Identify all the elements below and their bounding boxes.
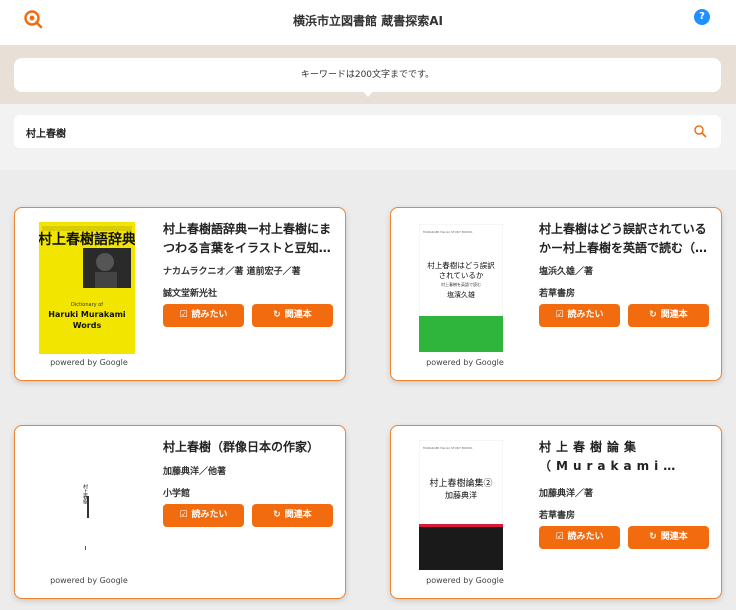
search-input[interactable]: 村上春樹	[26, 125, 66, 140]
notice-tail	[363, 91, 373, 97]
cover-title: 村上春樹	[82, 483, 88, 505]
cover-main2: されているか	[439, 271, 484, 280]
refresh-icon: ↻	[273, 310, 281, 320]
related-button[interactable]: ↻ 関連本	[252, 304, 333, 327]
cover-sub: 村上春樹を英語で読む	[441, 281, 481, 287]
book-cover[interactable]: MURAKAMI Haruki STUDY BOOKS 村上春樹論集② 加藤典洋	[419, 440, 503, 570]
cover-en1: Haruki Murakami	[48, 310, 126, 319]
book-title[interactable]: 村上春樹論集（Murakami Haruki studies）	[539, 438, 709, 476]
search-icon[interactable]	[693, 124, 707, 138]
help-icon[interactable]: ?	[694, 9, 710, 25]
cover-author: 加藤典洋	[445, 490, 477, 500]
cover-brand: powered by Google	[426, 358, 504, 367]
related-label: 関連本	[660, 532, 688, 542]
refresh-icon: ↻	[649, 532, 657, 542]
want-read-button[interactable]: ☑ 読みたい	[539, 526, 620, 549]
book-publisher: 若草書房	[539, 511, 576, 521]
related-button[interactable]: ↻ 関連本	[252, 504, 333, 527]
cover-main1: 村上春樹はどう誤訳	[427, 260, 495, 270]
cover-brand: powered by Google	[426, 576, 504, 585]
notice-bubble: キーワードは200文字までです。	[14, 58, 721, 92]
book-publisher: 小学館	[163, 489, 191, 499]
cover-title: 村上春樹語辞典	[39, 231, 135, 248]
related-label: 関連本	[284, 310, 312, 320]
cover-brand: powered by Google	[50, 576, 128, 585]
book-publisher: 誠文堂新光社	[163, 289, 218, 299]
book-card[interactable]: MURAKAMI Haruki STUDY BOOKS 村上春樹論集② 加藤典洋…	[390, 425, 722, 599]
book-title[interactable]: 村上春樹（群像日本の作家）	[163, 438, 333, 457]
book-title[interactable]: 村上春樹語辞典ー村上春樹にまつわる言葉をイラストと豆知識で読み解く	[163, 220, 333, 258]
book-publisher: 若草書房	[539, 289, 576, 299]
checkbox-icon: ☑	[179, 310, 188, 320]
cover-main: 村上春樹論集②	[429, 477, 492, 489]
cover-brand: powered by Google	[50, 358, 128, 367]
book-card[interactable]: 村上春樹 powered by Google 村上春樹（群像日本の作家） 加藤典…	[14, 425, 346, 599]
related-label: 関連本	[284, 510, 312, 520]
page-title: 横浜市立図書館 蔵書探索AI	[293, 14, 443, 28]
refresh-icon: ↻	[273, 510, 281, 520]
want-read-button[interactable]: ☑ 読みたい	[539, 304, 620, 327]
app-header: 横浜市立図書館 蔵書探索AI ?	[0, 0, 736, 45]
cover-series: MURAKAMI Haruki STUDY BOOKS	[423, 230, 473, 234]
book-title[interactable]: 村上春樹はどう誤訳されているかー村上春樹を英語で読む（平凡社新書）	[539, 220, 709, 258]
refresh-icon: ↻	[649, 310, 657, 320]
cover-author: 塩濱久雄	[447, 290, 475, 299]
book-author: 加藤典洋／著	[539, 489, 594, 499]
cover-en2: Words	[73, 321, 102, 330]
want-read-button[interactable]: ☑ 読みたい	[163, 504, 244, 527]
related-label: 関連本	[660, 310, 688, 320]
cover-series: MURAKAMI Haruki STUDY BOOKS	[423, 446, 473, 450]
book-card[interactable]: 村上春樹語辞典 Dictionary of Haruki Murakami Wo…	[14, 207, 346, 381]
want-read-button[interactable]: ☑ 読みたい	[163, 304, 244, 327]
book-author: 加藤典洋／他著	[163, 467, 227, 477]
search-box[interactable]: 村上春樹	[14, 115, 721, 148]
cover-sub: Dictionary of	[71, 302, 103, 308]
checkbox-icon: ☑	[179, 510, 188, 520]
book-cover[interactable]: 村上春樹	[51, 446, 121, 570]
book-cover[interactable]: MURAKAMI Haruki STUDY BOOKS 村上春樹はどう誤訳 され…	[419, 224, 503, 352]
want-read-label: 読みたい	[567, 310, 604, 320]
want-read-label: 読みたい	[191, 510, 228, 520]
want-read-label: 読みたい	[191, 310, 228, 320]
want-read-label: 読みたい	[567, 532, 604, 542]
related-button[interactable]: ↻ 関連本	[628, 526, 709, 549]
book-card[interactable]: MURAKAMI Haruki STUDY BOOKS 村上春樹はどう誤訳 され…	[390, 207, 722, 381]
checkbox-icon: ☑	[555, 532, 564, 542]
checkbox-icon: ☑	[555, 310, 564, 320]
book-author: ナカムラクニオ／著 道前宏子／著	[163, 267, 301, 277]
book-author: 塩浜久雄／著	[539, 267, 594, 277]
related-button[interactable]: ↻ 関連本	[628, 304, 709, 327]
book-cover[interactable]: 村上春樹語辞典 Dictionary of Haruki Murakami Wo…	[39, 222, 135, 354]
